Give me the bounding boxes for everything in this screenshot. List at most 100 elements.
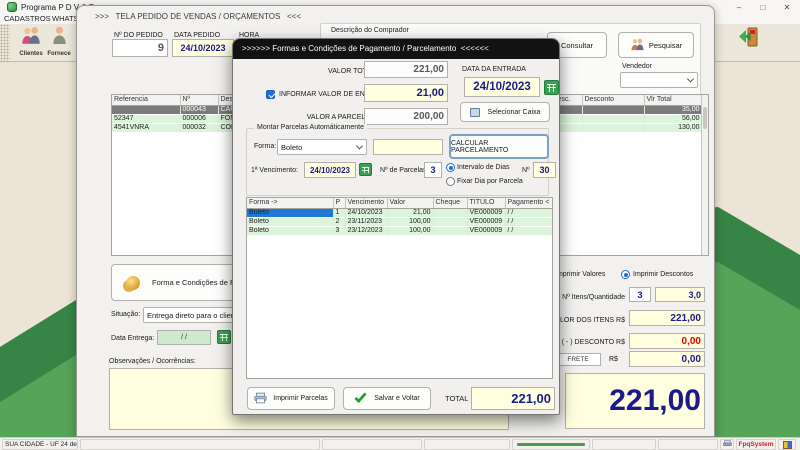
scrollbar-thumb[interactable] [703, 107, 707, 129]
exit-icon [736, 26, 760, 53]
valor-entrada-field[interactable]: 21,00 [364, 84, 448, 102]
pedido-window-title[interactable]: >>> TELA PEDIDO DE VENDAS / ORÇAMENTOS <… [95, 12, 301, 21]
dialog-total-label: TOTAL [445, 394, 468, 403]
vencimento-field[interactable]: 24/10/2023 [304, 162, 356, 178]
brand-icon [783, 441, 792, 449]
forma-value: Boleto [281, 143, 302, 152]
fornece-icon [51, 26, 68, 50]
status-panel [80, 439, 320, 450]
table-row[interactable]: Boleto124/10/202321,00VE000009/ / [247, 208, 553, 217]
montar-parcelas-label: Montar Parcelas Automáticamente [254, 124, 367, 131]
progress-bar [517, 443, 585, 446]
forma-label: Forma: [254, 143, 276, 150]
clientes-label: Clientes [19, 51, 42, 57]
pesquisar-icon [630, 38, 645, 53]
forma-extra-field[interactable] [373, 139, 443, 155]
items-scrollbar[interactable] [701, 95, 708, 255]
data-entrega-label: Data Entrega: [111, 335, 154, 342]
vendedor-dropdown[interactable] [620, 72, 698, 88]
check-icon [354, 392, 367, 405]
calendar-icon[interactable] [359, 163, 372, 176]
dialog-total-field[interactable]: 221,00 [471, 387, 555, 410]
chevron-down-icon [356, 142, 363, 149]
salvar-voltar-button[interactable]: Salvar e Voltar [343, 387, 431, 410]
desconto-field[interactable]: 0,00 [629, 333, 705, 349]
pagamento-dialog: >>>>>> Formas e Condições de Pagamento /… [232, 38, 560, 415]
chevron-down-icon [687, 75, 694, 82]
data-entrada-label: DATA DA ENTRADA [462, 66, 526, 73]
status-panel [592, 439, 656, 450]
num-dias-field[interactable]: 30 [533, 162, 556, 178]
box-icon [470, 108, 480, 117]
imprimir-valores-label: Imprimir Valores [555, 271, 605, 278]
imprimir-parcelas-button[interactable]: Imprimir Parcelas [247, 387, 335, 410]
status-panel [658, 439, 718, 450]
pedido-total-field[interactable]: 221,00 [565, 373, 705, 429]
status-progress-panel [512, 439, 590, 450]
num-pedido-label: Nº DO PEDIDO [114, 32, 163, 39]
num-pedido-field[interactable]: 9 [112, 39, 168, 57]
itens-count-field[interactable]: 3 [629, 287, 651, 302]
imprimir-descontos-radio[interactable] [621, 270, 630, 279]
menu-whats[interactable]: WHATS [52, 14, 79, 23]
calendar-icon[interactable] [544, 80, 559, 95]
valor-total-field[interactable]: 221,00 [364, 61, 448, 78]
pesquisar-button[interactable]: Pesquisar [618, 32, 694, 58]
printer-icon [254, 392, 267, 406]
toolbar-grip [0, 24, 10, 62]
status-icon-panel [778, 439, 796, 450]
informar-entrada-checkbox[interactable] [266, 90, 275, 99]
selecionar-caixa-button[interactable]: Selecionar Caixa [460, 102, 550, 122]
vendedor-label: Vendedor [622, 63, 652, 70]
table-row[interactable]: Boleto323/12/2023100,00VE000009/ / [247, 226, 553, 235]
data-pedido-field[interactable]: 24/10/2023 [172, 39, 234, 57]
fornece-button[interactable]: Fornece [44, 26, 74, 57]
num-parcelas-label: Nº de Parcelas [380, 167, 427, 174]
valor-itens-field[interactable]: 221,00 [629, 310, 705, 326]
quantidade-field[interactable]: 3,0 [655, 287, 705, 302]
clientes-button[interactable]: Clientes [16, 26, 46, 57]
pesquisar-label: Pesquisar [649, 41, 682, 50]
parcelas-table[interactable]: Forma ->PVencimentoValorChequeTITULOPaga… [246, 197, 553, 379]
selecionar-caixa-label: Selecionar Caixa [488, 109, 541, 116]
clientes-icon [20, 26, 42, 50]
situacao-label: Situação: [111, 311, 140, 318]
valor-parcelar-field[interactable]: 200,00 [364, 108, 448, 125]
frete-box[interactable]: FRETE [555, 353, 601, 366]
minimize-button[interactable]: – [728, 0, 750, 14]
parcelas-header-row: Forma ->PVencimentoValorChequeTITULOPaga… [247, 198, 553, 208]
status-printer-panel [720, 439, 734, 450]
app-logo-icon [7, 2, 17, 12]
status-panel [322, 439, 422, 450]
num-parcelas-field[interactable]: 3 [424, 162, 442, 178]
salvar-voltar-label: Salvar e Voltar [374, 395, 420, 402]
coins-icon [126, 276, 140, 290]
data-entrega-field[interactable]: / / [157, 330, 211, 345]
situacao-value: Entrega direto para o cliente [147, 311, 241, 320]
data-pedido-label: DATA PEDIDO [174, 32, 220, 39]
status-panel [424, 439, 510, 450]
observacoes-label: Observações / Ocorrências: [109, 358, 196, 365]
calcular-parcelamento-button[interactable]: CALCULAR PARCELAMENTO [449, 134, 549, 159]
frete-field[interactable]: 0,00 [629, 351, 705, 367]
fixar-dia-radio[interactable] [446, 177, 455, 186]
menu-cadastros[interactable]: CADASTROS [4, 14, 51, 23]
dialog-titlebar[interactable]: >>>>>> Formas e Condições de Pagamento /… [233, 39, 559, 59]
frete-rs-label: R$ [609, 356, 618, 363]
maximize-button[interactable]: □ [752, 0, 774, 14]
vencimento-label: 1ª Vencimento: [251, 167, 298, 174]
data-entrada-field[interactable]: 24/10/2023 [464, 77, 540, 97]
exit-button[interactable] [733, 26, 763, 53]
valor-total-label: VALOR TOTAL [251, 68, 375, 75]
valor-parcelar-label: VALOR A PARCELAR [251, 114, 375, 121]
calendar-icon[interactable] [217, 330, 231, 344]
table-row[interactable]: Boleto223/11/2023100,00VE000009/ / [247, 217, 553, 226]
num-dias-label: Nº [522, 167, 530, 174]
close-button[interactable]: ✕ [776, 0, 798, 14]
screen: Programa P D V & F – □ ✕ CADASTROS WHATS… [0, 0, 800, 450]
intervalo-dias-radio[interactable] [446, 163, 455, 172]
fixar-dia-label: Fixar Dia por Parcela [457, 178, 523, 185]
imprimir-parcelas-label: Imprimir Parcelas [273, 395, 327, 402]
forma-dropdown[interactable]: Boleto [277, 139, 367, 155]
statusbar: SUA CIDADE - UF 24 de FpqSystem [0, 437, 800, 450]
